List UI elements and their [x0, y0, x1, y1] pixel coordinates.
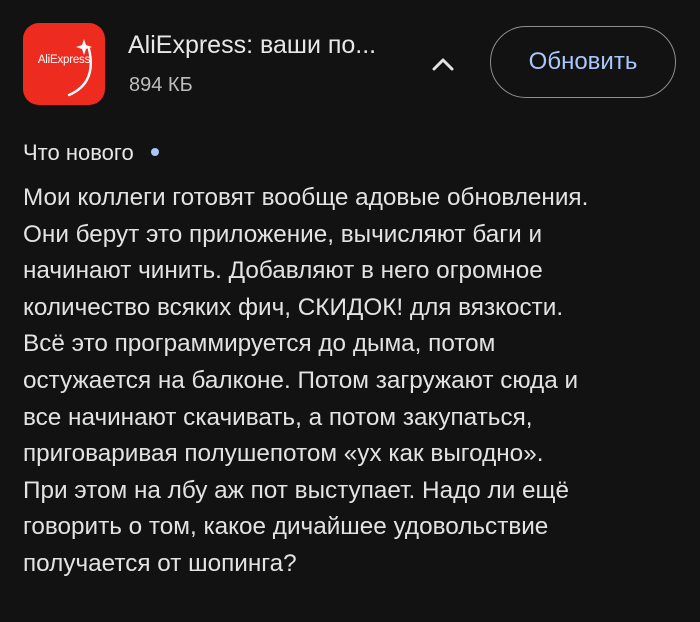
new-indicator-dot-icon [150, 147, 159, 156]
app-update-row: AliExpress AliExpress: ваши по... 894 КБ… [0, 0, 700, 130]
release-notes-line: начинают чинить. Добавляют в него огромн… [23, 257, 543, 285]
release-notes-line: Они берут это приложение, вычисляют баги… [23, 220, 543, 248]
update-button[interactable]: Обновить [490, 26, 676, 98]
whats-new-header: Что нового [23, 138, 159, 168]
release-notes-text: Мои коллеги готовят вообще адовые обновл… [23, 180, 683, 583]
aliexpress-app-icon[interactable]: AliExpress [23, 23, 105, 105]
update-button-label: Обновить [528, 48, 638, 75]
app-name[interactable]: AliExpress: ваши по... [128, 31, 376, 60]
release-notes-line: получается от шопинга? [23, 549, 297, 577]
app-icon-label: AliExpress [37, 54, 91, 66]
release-notes-line: При этом на лбу аж пот выступает. Надо л… [23, 476, 570, 504]
release-notes-line: остужается на балконе. Потом загружают с… [23, 366, 579, 394]
release-notes-line: говорить о том, какое дичайшее удовольст… [23, 513, 549, 541]
app-size: 894 КБ [129, 74, 193, 96]
release-notes-line: приговаривая полушепотом «ух как выгодно… [23, 440, 544, 468]
release-notes-line: все начинают скачивать, а потом закупать… [23, 403, 533, 431]
release-notes-line: количество всяких фич, СКИДОК! для вязко… [23, 293, 564, 321]
release-notes-line: Мои коллеги готовят вообще адовые обновл… [23, 184, 589, 211]
release-notes-line: Всё это программируется до дыма, потом [23, 330, 496, 358]
chevron-up-icon[interactable] [426, 50, 460, 76]
whats-new-title: Что нового [23, 140, 134, 165]
